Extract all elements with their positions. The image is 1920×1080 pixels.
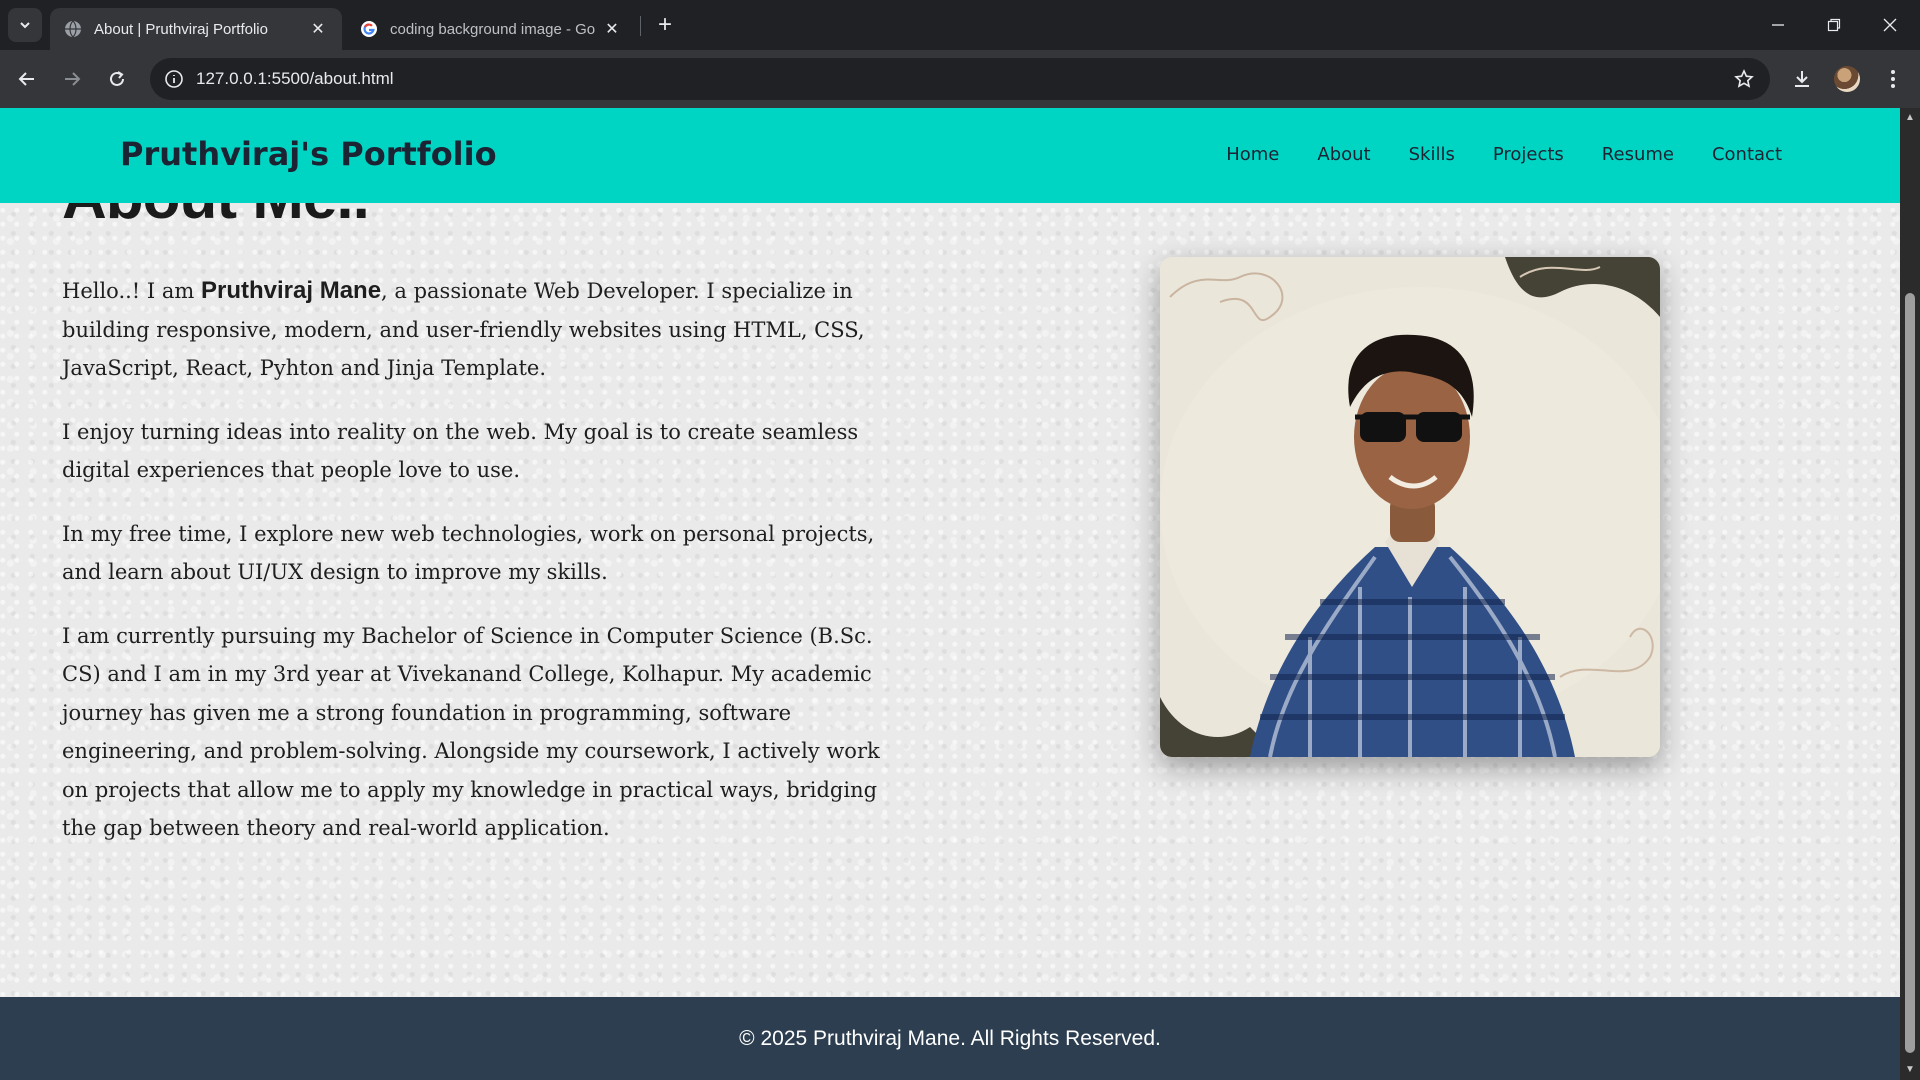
browser-menu-button[interactable] — [1876, 62, 1910, 96]
star-icon[interactable] — [1732, 67, 1756, 91]
page-scrollbar[interactable]: ▲ ▼ — [1900, 108, 1920, 1080]
intro-text: Hello..! I am — [62, 279, 201, 303]
profile-photo-illustration — [1160, 257, 1660, 757]
page-viewport: About Me.. Pruthviraj's Portfolio Home A… — [0, 108, 1900, 1080]
profile-photo — [1160, 257, 1660, 757]
tab-search-button[interactable] — [8, 8, 42, 42]
site-brand[interactable]: Pruthviraj's Portfolio — [120, 135, 497, 173]
site-nav: Home About Skills Projects Resume Contac… — [1226, 144, 1782, 165]
site-header: Pruthviraj's Portfolio Home About Skills… — [0, 108, 1900, 203]
restore-icon — [1827, 18, 1841, 32]
scroll-up-arrow-icon[interactable]: ▲ — [1904, 112, 1916, 124]
close-window-icon — [1883, 18, 1897, 32]
plus-icon: + — [657, 11, 672, 38]
back-arrow-icon — [18, 72, 34, 86]
close-tab-icon[interactable]: ✕ — [602, 19, 622, 39]
browser-toolbar: 127.0.0.1:5500/about.html — [0, 50, 1920, 108]
forward-arrow-icon — [65, 72, 81, 86]
profile-button[interactable] — [1830, 62, 1864, 96]
nav-projects[interactable]: Projects — [1493, 144, 1564, 165]
info-icon[interactable] — [162, 67, 186, 91]
tab-title: coding background image - Go — [390, 20, 596, 38]
about-paragraph-goal: I enjoy turning ideas into reality on th… — [62, 419, 859, 483]
reload-icon — [110, 71, 124, 86]
reload-button[interactable] — [100, 62, 134, 96]
globe-icon — [65, 20, 81, 38]
browser-tab-bar: About | Pruthviraj Portfolio ✕ coding ba… — [0, 0, 1920, 50]
author-name: Pruthviraj Mane — [201, 277, 382, 304]
forward-button[interactable] — [55, 62, 89, 96]
tab-divider — [640, 16, 641, 36]
nav-about[interactable]: About — [1317, 144, 1370, 165]
nav-contact[interactable]: Contact — [1712, 144, 1782, 165]
nav-resume[interactable]: Resume — [1602, 144, 1674, 165]
downloads-button[interactable] — [1785, 62, 1819, 96]
restore-button[interactable] — [1806, 0, 1862, 50]
scrollbar-thumb[interactable] — [1905, 293, 1915, 1053]
about-paragraph-intro: Hello..! I am Pruthviraj Mane, a passion… — [62, 272, 912, 388]
minimize-button[interactable] — [1750, 0, 1806, 50]
back-button[interactable] — [10, 62, 44, 96]
minimize-icon — [1772, 24, 1784, 26]
nav-home[interactable]: Home — [1226, 144, 1279, 165]
address-bar[interactable]: 127.0.0.1:5500/about.html — [150, 58, 1770, 100]
tab-title: About | Pruthviraj Portfolio — [94, 20, 268, 38]
url-text[interactable]: 127.0.0.1:5500/about.html — [196, 69, 394, 89]
new-tab-button[interactable]: + — [650, 10, 680, 40]
close-tab-icon[interactable]: ✕ — [308, 19, 328, 39]
scroll-down-arrow-icon[interactable]: ▼ — [1904, 1064, 1916, 1076]
tab-about[interactable]: About | Pruthviraj Portfolio ✕ — [50, 8, 342, 50]
footer-copyright: © 2025 Pruthviraj Mane. All Rights Reser… — [739, 1026, 1161, 1050]
about-paragraph-education: I am currently pursuing my Bachelor of S… — [62, 623, 880, 841]
close-window-button[interactable] — [1862, 0, 1918, 50]
site-footer: © 2025 Pruthviraj Mane. All Rights Reser… — [0, 997, 1900, 1080]
tab-google-search[interactable]: coding background image - Go ✕ — [346, 8, 636, 50]
nav-skills[interactable]: Skills — [1409, 144, 1455, 165]
google-icon — [361, 21, 377, 37]
about-text: Hello..! I am Pruthviraj Mane, a passion… — [62, 272, 912, 873]
download-icon — [1795, 71, 1809, 87]
profile-avatar — [1834, 66, 1860, 92]
chevron-down-icon — [20, 22, 30, 29]
kebab-menu-icon — [1891, 70, 1895, 88]
about-paragraph-free-time: In my free time, I explore new web techn… — [62, 521, 875, 585]
